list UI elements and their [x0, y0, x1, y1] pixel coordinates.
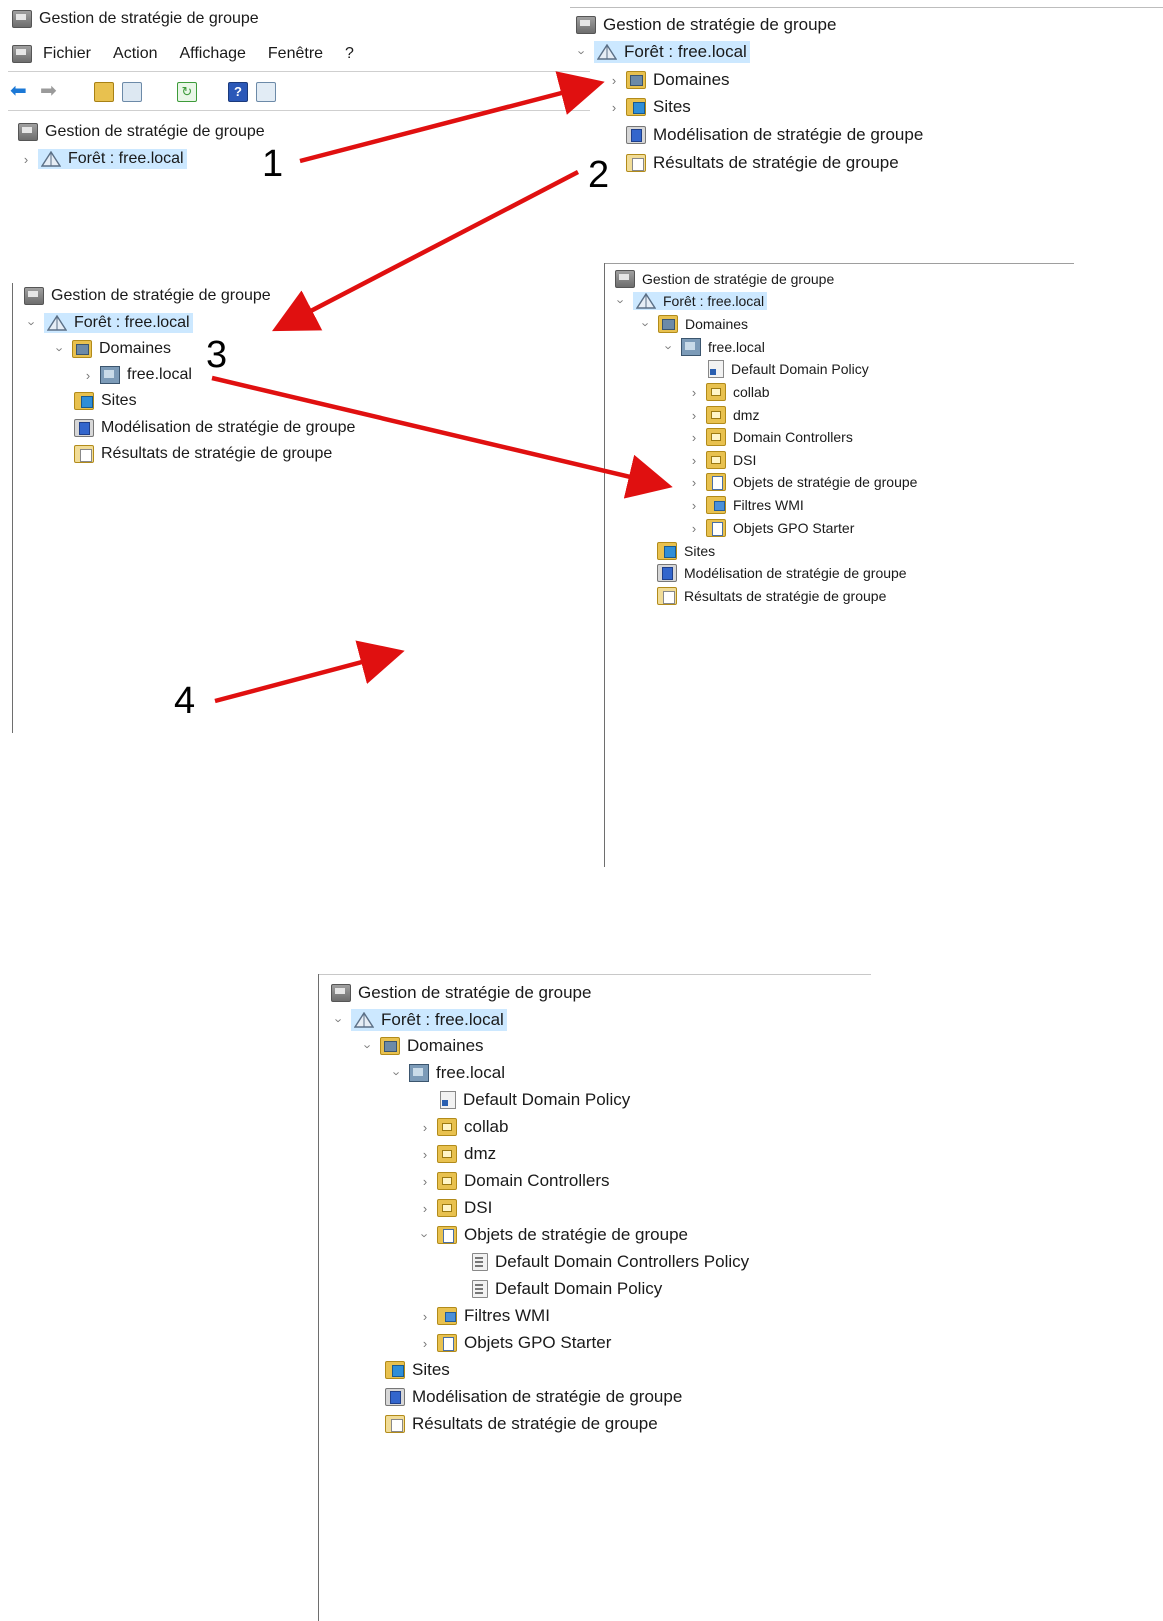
arrow-2: [272, 170, 580, 332]
annotation-arrows: [211, 71, 673, 704]
arrow-3: [211, 375, 673, 499]
arrow-1: [299, 71, 605, 164]
arrow-4: [214, 640, 405, 704]
